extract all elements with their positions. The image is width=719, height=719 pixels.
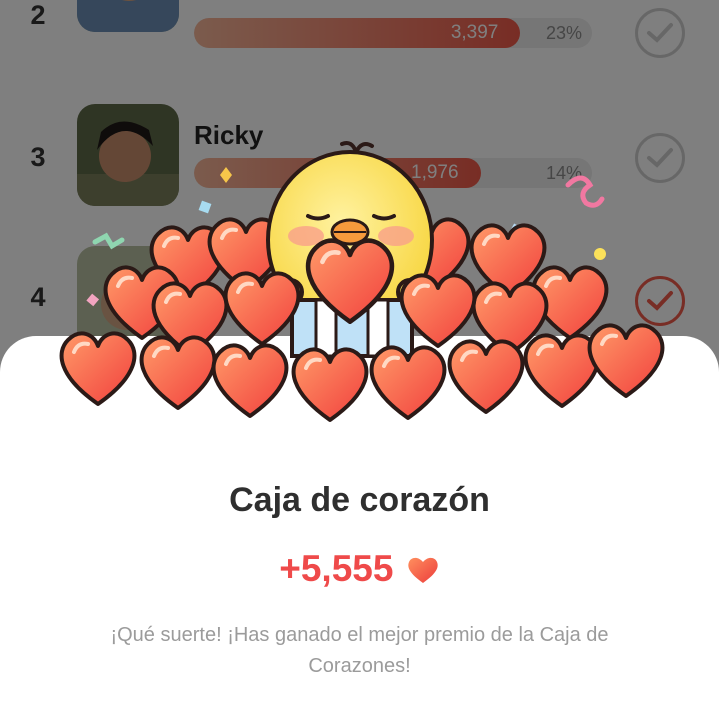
heart-icon (408, 557, 438, 583)
reward-message: ¡Qué suerte! ¡Has ganado el mejor premio… (110, 624, 609, 677)
reward-value: +5,555 (279, 548, 394, 589)
reward-amount: +5,555 (0, 548, 719, 590)
chick-character (266, 141, 434, 358)
sheet-title: Caja de corazón (229, 481, 490, 519)
heart-box-illustration (59, 141, 665, 422)
